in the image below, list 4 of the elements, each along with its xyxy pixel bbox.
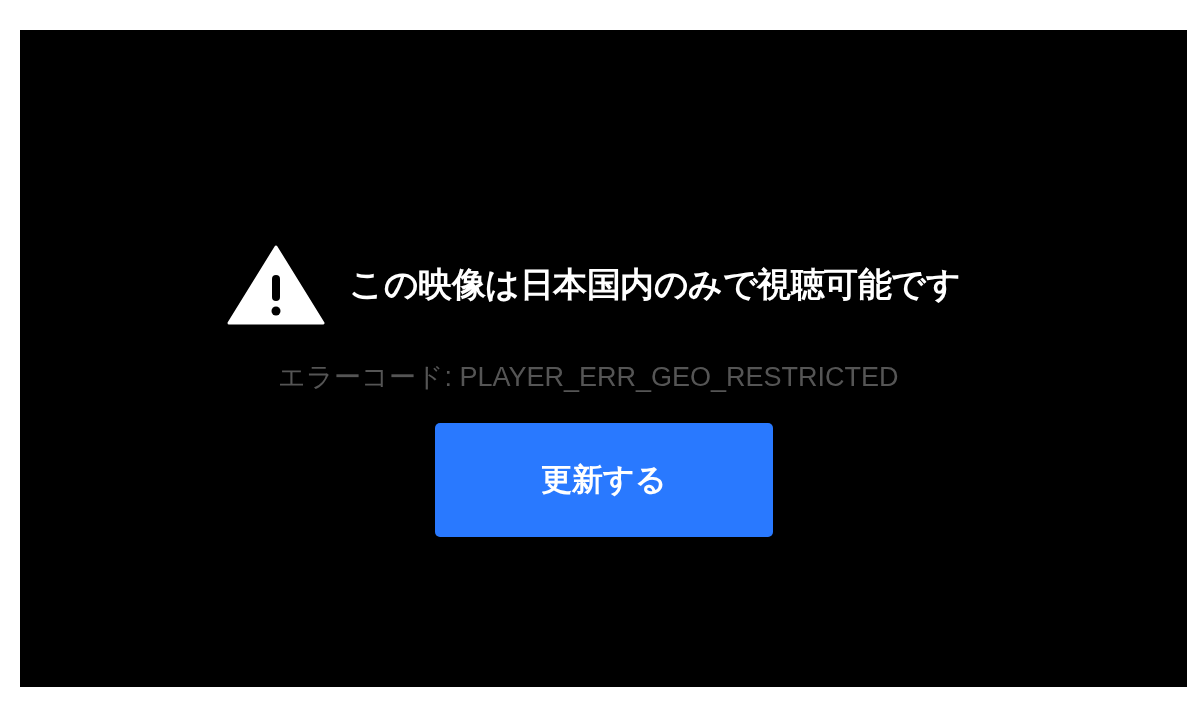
error-message: この映像は日本国内のみで視聴可能です (349, 263, 960, 306)
warning-icon (227, 245, 325, 325)
refresh-button[interactable]: 更新する (434, 423, 773, 537)
error-code: エラーコード: PLAYER_ERR_GEO_RESTRICTED (278, 361, 899, 394)
